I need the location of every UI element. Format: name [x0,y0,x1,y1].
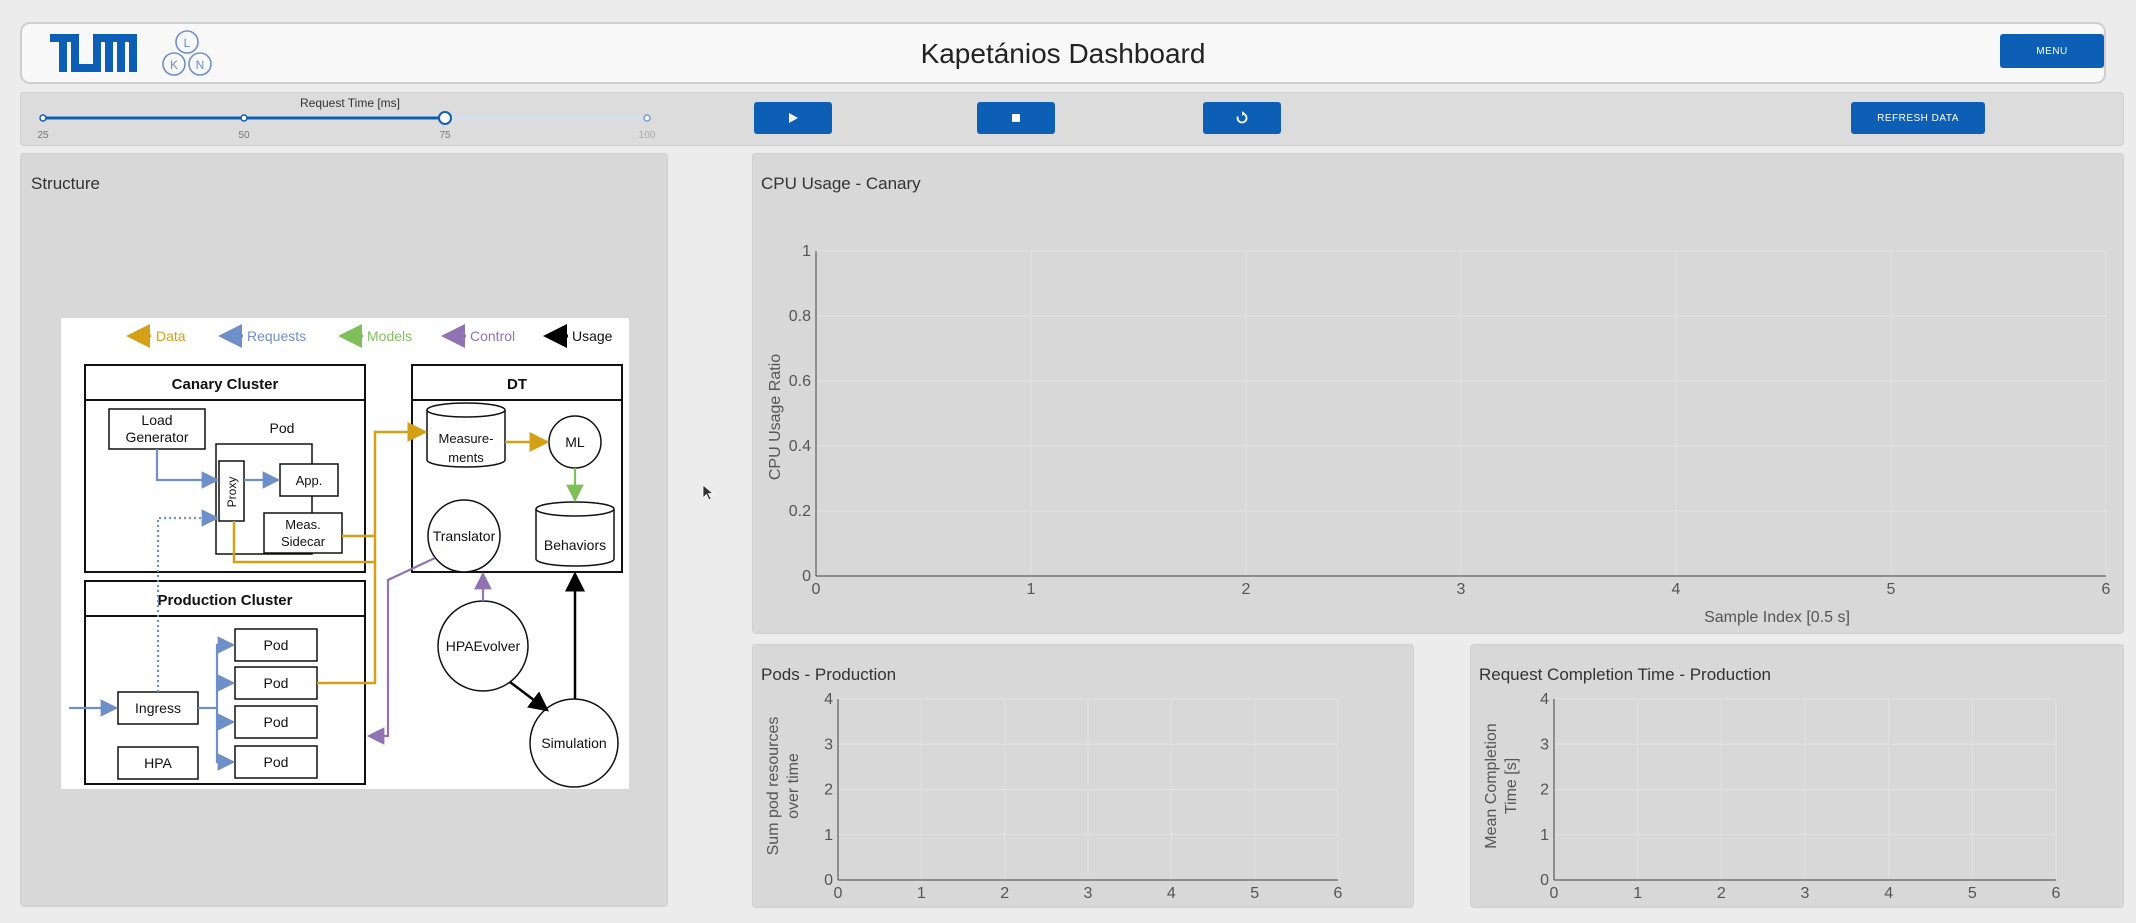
pods-y-tick-label: 4 [824,691,833,708]
reset-button[interactable] [1203,102,1281,134]
hpaevolver-label: HPAEvolver [446,638,521,654]
legend-requests: Requests [247,328,306,344]
page-title: Kapetánios Dashboard [920,38,1206,69]
pods-y-tick-label: 3 [824,736,833,753]
legend-data: Data [156,328,186,344]
mouse-cursor-icon [702,484,715,501]
rct-y-tick-label: 2 [1540,782,1549,799]
cpu-x-tick-label: 2 [1242,581,1251,598]
request-time-slider[interactable]: 25 50 75 100 [30,106,670,146]
pods-y-tick-label: 0 [824,872,833,889]
pods-x-tick-label: 0 [834,885,843,902]
cpu-x-tick-label: 3 [1457,581,1466,598]
stop-icon [1012,114,1020,122]
dt-label: DT [507,376,527,393]
ml-label: ML [565,434,585,450]
play-button[interactable] [754,102,832,134]
pods-x-tick-label: 6 [1334,885,1343,902]
hpa-label: HPA [144,755,172,771]
reset-icon [1236,111,1248,124]
cpu-x-axis-title: Sample Index [0.5 s] [1704,609,1850,626]
measurements-label: ments [448,450,484,465]
rct-y-tick-label: 3 [1540,736,1549,753]
measurements-db [426,402,506,418]
slider-tick: 75 [439,130,451,141]
pods-x-tick-label: 4 [1167,885,1176,902]
canary-cluster-label: Canary Cluster [172,376,279,393]
rct-y-tick-label: 4 [1540,691,1549,708]
pods-y-axis-title: over time [785,753,802,819]
production-pod-label: Pod [264,675,289,691]
production-pod-label: Pod [264,754,289,770]
legend-models: Models [367,328,412,344]
pods-chart: Sum pod resources over time 0 1 2 3 4 5 6 0 1 2 3 4 [765,691,1343,902]
pods-y-tick-label: 2 [824,782,833,799]
pods-y-axis-title: Sum pod resources [765,717,782,856]
pods-x-tick-label: 2 [1000,885,1009,902]
legend-control: Control [470,328,515,344]
rct-x-tick-label: 4 [1884,885,1893,902]
pods-x-tick-label: 3 [1084,885,1093,902]
cpu-y-tick-label: 1 [802,243,811,260]
cpu-chart: Sample Index [0.5 s] CPU Usage Ratio 0 1 2… [767,243,2111,626]
rct-x-tick-label: 3 [1801,885,1810,902]
app-label: App. [296,473,323,488]
rct-y-axis-title: Mean Completion [1483,723,1500,848]
behaviors-label: Behaviors [544,537,606,553]
rct-x-tick-label: 6 [2052,885,2061,902]
rct-x-tick-label: 0 [1550,885,1559,902]
cpu-y-tick-label: 0.8 [789,308,811,325]
legend-usage: Usage [572,328,613,344]
architecture-diagram: Data Requests Models Control Usage Canar… [61,318,629,789]
measurements-label: Measure- [439,431,494,446]
header-bar: L K N Kapetánios Dashboard [20,22,2106,84]
meas-sidecar-label: Meas. [285,517,320,532]
pods-x-tick-label: 5 [1250,885,1259,902]
pods-y-tick-label: 1 [824,827,833,844]
simulation-label: Simulation [541,735,606,751]
cpu-x-tick-label: 0 [812,581,821,598]
rct-y-tick-label: 1 [1540,827,1549,844]
menu-button[interactable]: MENU [2000,34,2104,68]
rct-x-tick-label: 1 [1633,885,1642,902]
translator-label: Translator [433,528,496,544]
rct-chart: Mean Completion Time [s] 0 1 2 3 4 5 6 0 1 2 3 4 [1483,691,2061,902]
stop-button[interactable] [977,102,1055,134]
meas-sidecar-label: Sidecar [281,534,326,549]
load-generator-label: Load [141,412,172,428]
proxy-label: Proxy [225,477,239,508]
play-icon [789,113,798,123]
rct-y-tick-label: 0 [1540,872,1549,889]
production-pod-label: Pod [264,637,289,653]
ingress-label: Ingress [135,700,181,716]
cpu-y-tick-label: 0.6 [789,373,811,390]
refresh-data-button[interactable]: REFRESH DATA [1851,102,1985,134]
production-cluster-label: Production Cluster [157,592,292,609]
slider-tick: 50 [238,130,250,141]
cpu-x-tick-label: 1 [1027,581,1036,598]
cpu-x-tick-label: 4 [1672,581,1681,598]
cpu-x-tick-label: 5 [1887,581,1896,598]
cpu-y-tick-label: 0 [802,568,811,585]
cpu-y-axis-title: CPU Usage Ratio [767,354,784,480]
slider-tick: 25 [37,130,49,141]
pods-x-tick-label: 1 [917,885,926,902]
slider-tick: 100 [639,130,656,141]
behaviors-db [535,501,615,517]
rct-x-tick-label: 5 [1968,885,1977,902]
rct-y-axis-title: Time [s] [1503,758,1520,814]
cpu-x-tick-label: 6 [2102,581,2111,598]
canary-pod-label: Pod [270,420,295,436]
structure-title: Structure [31,174,100,193]
cpu-y-tick-label: 0.2 [789,503,811,520]
rct-x-tick-label: 2 [1717,885,1726,902]
load-generator-label: Generator [125,429,188,445]
cpu-y-tick-label: 0.4 [789,438,811,455]
production-pod-label: Pod [264,714,289,730]
slider-handle[interactable] [438,111,452,125]
